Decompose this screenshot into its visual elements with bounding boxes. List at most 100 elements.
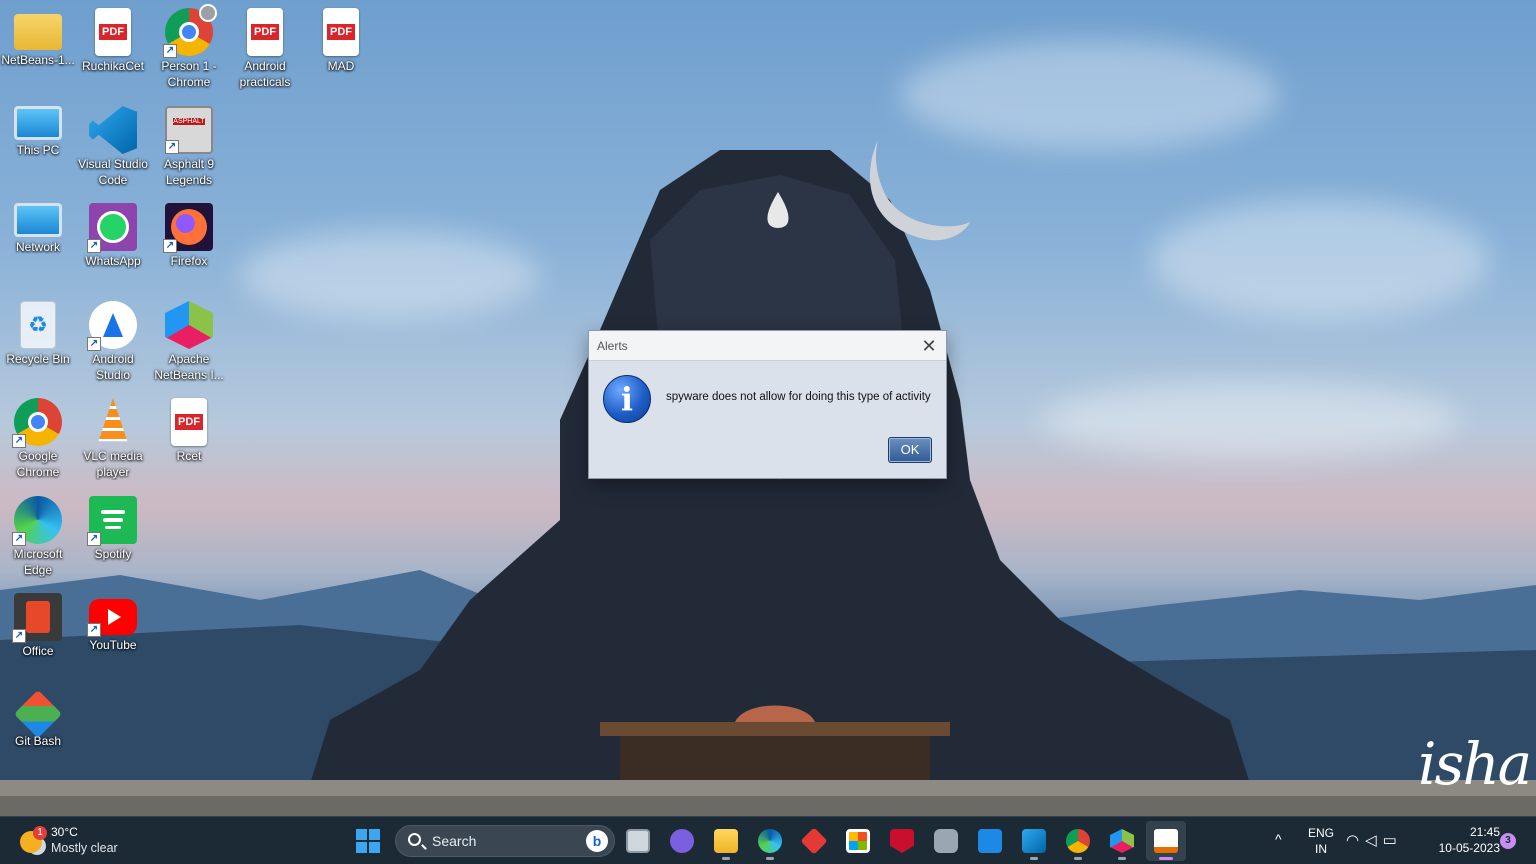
shortcut-arrow-icon: ↗ <box>12 629 26 643</box>
taskbar-file-explorer[interactable] <box>706 821 746 861</box>
dialog-titlebar[interactable]: Alerts ✕ <box>589 331 946 361</box>
mcafee-icon <box>890 829 914 853</box>
desktop-icon-office[interactable]: ↗ Office <box>0 587 76 683</box>
desktop-icon-recycle-bin[interactable]: ♻ Recycle Bin <box>0 295 76 391</box>
taskbar-mcafee[interactable] <box>882 821 922 861</box>
java-icon <box>1154 829 1178 853</box>
desktop-icon-rcet[interactable]: PDF Rcet <box>151 392 227 488</box>
monitor-icon <box>14 106 62 140</box>
wifi-icon: ◠ <box>1346 832 1366 849</box>
desktop-icon-google-chrome[interactable]: ↗ Google Chrome <box>0 392 76 488</box>
pdf-file-icon: PDF <box>247 8 283 56</box>
office-icon: ↗ <box>12 593 62 643</box>
desktop-icon-network[interactable]: Network <box>0 197 76 293</box>
chrome-profile-icon: ↗ <box>163 4 217 58</box>
taskbar-camera[interactable] <box>926 821 966 861</box>
desktop-icon-netbeans-folder[interactable]: NetBeans-1... <box>0 2 76 98</box>
taskbar-search[interactable]: Search b <box>395 825 615 857</box>
desktop-icon-spotify[interactable]: ↗ Spotify <box>75 490 151 586</box>
taskbar-java[interactable] <box>1146 821 1186 861</box>
shortcut-arrow-icon: ↗ <box>165 140 179 154</box>
edge-icon: ↗ <box>12 496 62 546</box>
region-code: IN <box>1315 842 1327 856</box>
taskbar-microsoft-store[interactable] <box>838 821 878 861</box>
taskbar-task-view[interactable] <box>618 821 658 861</box>
shortcut-arrow-icon: ↗ <box>12 434 26 448</box>
firefox-icon: ↗ <box>163 203 213 253</box>
bing-icon[interactable]: b <box>586 830 608 852</box>
language-indicator[interactable]: ENG IN <box>1304 825 1338 857</box>
desktop-icon-youtube[interactable]: ↗ YouTube <box>75 587 151 683</box>
desktop-icon-label: This PC <box>16 143 60 157</box>
app-red-icon <box>800 827 828 855</box>
desktop-icon-apache-netbeans[interactable]: Apache NetBeans I... <box>151 295 227 391</box>
chevron-up-icon[interactable]: ^ <box>1275 831 1282 847</box>
desktop-icon-label: YouTube <box>89 638 137 652</box>
active-indicator <box>1159 857 1173 860</box>
taskbar-teams-chat[interactable] <box>662 821 702 861</box>
whatsapp-icon: ↗ <box>87 203 137 253</box>
alert-dialog: Alerts ✕ i spyware does not allow for do… <box>588 330 947 479</box>
windows-start-icon <box>356 829 380 853</box>
clock[interactable]: 21:45 10-05-2023 <box>1424 824 1500 856</box>
taskbar-chrome[interactable] <box>1058 821 1098 861</box>
desktop-icon-label: Apache NetBeans I... <box>154 352 224 382</box>
search-icon <box>408 833 421 846</box>
close-icon[interactable]: ✕ <box>918 335 940 357</box>
desktop-icon-android-practicals[interactable]: PDF Android practicals <box>227 2 303 98</box>
network-icon <box>14 203 62 237</box>
clock-time: 21:45 <box>1469 825 1500 839</box>
desktop-icon-label: Person 1 - Chrome <box>161 59 217 89</box>
desktop-icon-label: Asphalt 9 Legends <box>163 157 215 187</box>
desktop-icon-mad[interactable]: PDF MAD <box>303 2 379 98</box>
desktop-icon-visual-studio-code[interactable]: Visual Studio Code <box>75 100 151 196</box>
desktop-icon-person1-chrome[interactable]: ↗ Person 1 - Chrome <box>151 2 227 98</box>
desktop-icon-vlc[interactable]: VLC media player <box>75 392 151 488</box>
running-indicator <box>722 857 730 860</box>
notification-badge[interactable]: 3 <box>1500 833 1516 849</box>
pdf-file-icon: PDF <box>323 8 359 56</box>
android-studio-icon: ↗ <box>87 301 137 351</box>
desktop[interactable]: isha NetBeans-1... This PC Network ♻ Rec… <box>0 0 1536 816</box>
microsoft-store-icon <box>846 829 870 853</box>
edge-icon <box>758 829 782 853</box>
taskbar-app-red[interactable] <box>794 821 834 861</box>
git-bash-icon <box>13 689 63 739</box>
vscode-icon <box>89 106 137 154</box>
desktop-icon-label: Visual Studio Code <box>78 157 148 187</box>
weather-widget[interactable]: 1 30°C Mostly clear <box>14 823 124 859</box>
ok-button[interactable]: OK <box>888 437 932 463</box>
desktop-icon-label: Firefox <box>170 254 208 268</box>
desktop-icon-label: Recycle Bin <box>6 352 70 366</box>
start-button[interactable] <box>348 821 388 861</box>
youtube-icon: ↗ <box>87 599 137 637</box>
spotify-icon: ↗ <box>87 496 137 546</box>
desktop-icon-git-bash[interactable]: Git Bash <box>0 685 76 781</box>
desktop-icon-microsoft-edge[interactable]: ↗ Microsoft Edge <box>0 490 76 586</box>
weather-badge: 1 <box>33 826 47 840</box>
info-icon: i <box>603 375 651 423</box>
running-indicator <box>1118 857 1126 860</box>
desktop-icon-this-pc[interactable]: This PC <box>0 100 76 196</box>
desktop-icon-android-studio[interactable]: ↗ Android Studio <box>75 295 151 391</box>
desktop-icon-asphalt-9[interactable]: ASPHALT ↗ Asphalt 9 Legends <box>151 100 227 196</box>
chrome-icon <box>1066 829 1090 853</box>
taskbar-windows-app[interactable] <box>970 821 1010 861</box>
desktop-icon-label: NetBeans-1... <box>1 53 75 67</box>
desktop-icon-label: Network <box>15 240 60 254</box>
taskbar-netbeans[interactable] <box>1102 821 1142 861</box>
desktop-icon-label: MAD <box>327 59 355 73</box>
taskbar-edge[interactable] <box>750 821 790 861</box>
volume-icon: ◁ <box>1365 832 1383 849</box>
weather-condition: Mostly clear <box>51 841 118 855</box>
recycle-bin-icon: ♻ <box>20 301 56 349</box>
weather-temp: 30°C <box>51 825 78 839</box>
desktop-icon-firefox[interactable]: ↗ Firefox <box>151 197 227 293</box>
desktop-icon-whatsapp[interactable]: ↗ WhatsApp <box>75 197 151 293</box>
dialog-title: Alerts <box>597 339 628 353</box>
folder-icon <box>14 14 62 50</box>
quick-settings[interactable]: ◠◁▭ <box>1346 831 1403 849</box>
clock-date: 10-05-2023 <box>1438 841 1500 855</box>
taskbar-vscode[interactable] <box>1014 821 1054 861</box>
desktop-icon-ruchikacet[interactable]: PDF RuchikaCet <box>75 2 151 98</box>
